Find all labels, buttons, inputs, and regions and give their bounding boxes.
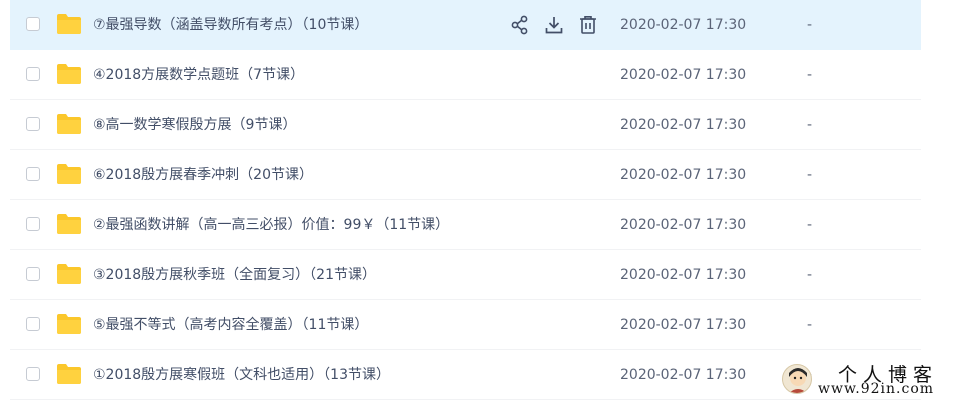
modified-date: 2020-02-07 17:30 (620, 167, 747, 183)
row-actions (509, 14, 599, 36)
watermark-avatar (782, 364, 812, 394)
modified-date: 2020-02-07 17:30 (620, 117, 747, 133)
file-name[interactable]: ③2018殷方展秋季班（全面复习）（21节课） (93, 250, 376, 300)
file-list: ⑦最强导数（涵盖导数所有考点）（10节课） 2020-02-07 17:30- ④2… (10, 0, 921, 400)
row-checkbox[interactable] (26, 67, 40, 81)
modified-date: 2020-02-07 17:30 (620, 267, 747, 283)
file-size: - (807, 217, 813, 233)
modified-date: 2020-02-07 17:30 (620, 367, 747, 383)
file-row[interactable]: ⑦最强导数（涵盖导数所有考点）（10节课） 2020-02-07 17:30 - (10, 0, 921, 50)
modified-date: 2020-02-07 17:30 (620, 17, 747, 33)
folder-icon (56, 363, 82, 385)
modified-date: 2020-02-07 17:30 (620, 67, 747, 83)
row-checkbox[interactable] (26, 267, 40, 281)
file-row[interactable]: ⑤最强不等式（高考内容全覆盖）（11节课） 2020-02-07 17:30 - (10, 300, 921, 350)
folder-icon (56, 313, 82, 335)
share-icon[interactable] (509, 14, 531, 36)
file-size: - (807, 67, 813, 83)
file-name[interactable]: ④2018方展数学点题班（7节课） (93, 50, 304, 100)
row-checkbox[interactable] (26, 367, 40, 381)
file-size: - (807, 117, 813, 133)
watermark-url: www.92in.com (818, 381, 935, 397)
row-checkbox[interactable] (26, 117, 40, 131)
row-checkbox[interactable] (26, 167, 40, 181)
file-name[interactable]: ⑤最强不等式（高考内容全覆盖）（11节课） (93, 300, 368, 350)
file-size: - (807, 267, 813, 283)
row-checkbox[interactable] (26, 317, 40, 331)
row-checkbox[interactable] (26, 217, 40, 231)
file-row[interactable]: ④2018方展数学点题班（7节课） 2020-02-07 17:30 - (10, 50, 921, 100)
file-size: - (807, 167, 813, 183)
file-row[interactable]: ⑥2018殷方展春季冲刺（20节课） 2020-02-07 17:30 - (10, 150, 921, 200)
folder-icon (56, 213, 82, 235)
file-name[interactable]: ⑦最强导数（涵盖导数所有考点）（10节课） (93, 0, 368, 50)
folder-icon (56, 63, 82, 85)
folder-icon (56, 13, 82, 35)
file-name[interactable]: ①2018殷方展寒假班（文科也适用）（13节课） (93, 350, 390, 400)
file-row[interactable]: ⑧高一数学寒假殷方展（9节课） 2020-02-07 17:30 - (10, 100, 921, 150)
watermark: 个人博客 www.92in.com (778, 360, 968, 400)
delete-icon[interactable] (577, 14, 599, 36)
file-row[interactable]: ②最强函数讲解（高一高三必报）价值：99￥（11节课） 2020-02-07 17… (10, 200, 921, 250)
row-checkbox[interactable] (26, 17, 40, 31)
file-size: - (807, 317, 813, 333)
folder-icon (56, 163, 82, 185)
file-name[interactable]: ⑧高一数学寒假殷方展（9节课） (93, 100, 296, 150)
file-row[interactable]: ③2018殷方展秋季班（全面复习）（21节课） 2020-02-07 17:30 - (10, 250, 921, 300)
modified-date: 2020-02-07 17:30 (620, 317, 747, 333)
file-name[interactable]: ②最强函数讲解（高一高三必报）价值：99￥（11节课） (93, 200, 449, 250)
download-icon[interactable] (543, 14, 565, 36)
file-size: - (807, 17, 813, 33)
folder-icon (56, 263, 82, 285)
file-name[interactable]: ⑥2018殷方展春季冲刺（20节课） (93, 150, 313, 200)
folder-icon (56, 113, 82, 135)
modified-date: 2020-02-07 17:30 (620, 217, 747, 233)
